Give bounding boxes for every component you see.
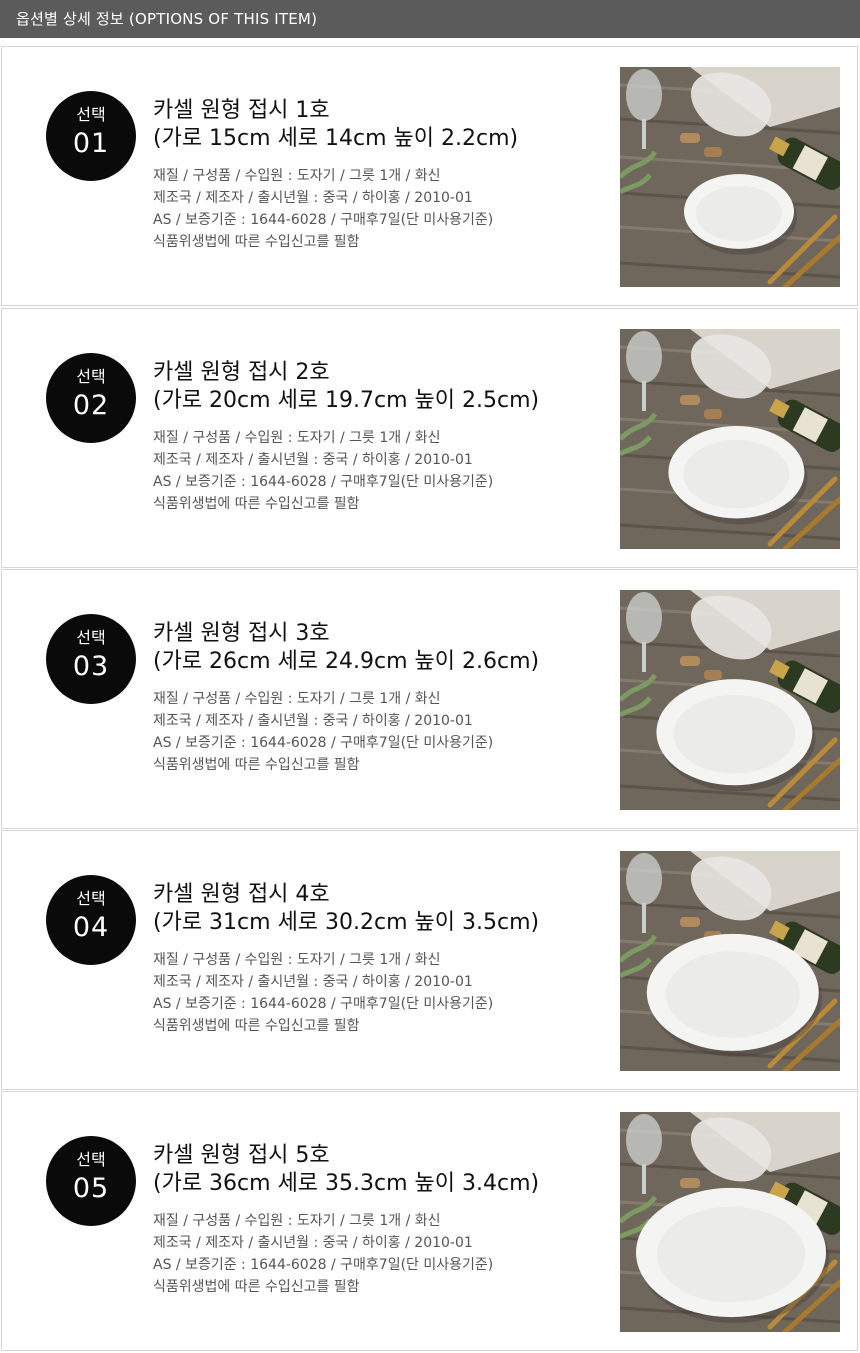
option-title: 카셀 원형 접시 3호 (가로 26cm 세로 24.9cm 높이 2.6cm)	[153, 620, 539, 676]
spec-warranty: AS / 보증기준 : 1644-6028 / 구매후7일(단 미사용기준)	[153, 474, 494, 490]
section-header: 옵션별 상세 정보 (OPTIONS OF THIS ITEM)	[0, 0, 860, 38]
badge-label: 선택	[76, 1150, 106, 1169]
option-specs: 재질 / 구성품 / 수입원 : 도자기 / 그릇 1개 / 화신 제조국 / …	[153, 165, 493, 253]
wine-glass	[626, 1114, 662, 1166]
plate-well	[696, 185, 782, 242]
spec-origin: 제조국 / 제조자 / 출시년월 : 중국 / 하이홍 / 2010-01	[153, 713, 473, 729]
plate-well	[656, 1206, 806, 1303]
photo-illustration	[620, 329, 840, 549]
badge-label: 선택	[76, 105, 106, 124]
option-panel-02: 선택 02 카셀 원형 접시 2호 (가로 20cm 세로 19.7cm 높이 …	[1, 308, 858, 568]
option-panel-03: 선택 03 카셀 원형 접시 3호 (가로 26cm 세로 24.9cm 높이 …	[1, 569, 858, 829]
spec-warranty: AS / 보증기준 : 1644-6028 / 구매후7일(단 미사용기준)	[153, 996, 494, 1012]
option-specs: 재질 / 구성품 / 수입원 : 도자기 / 그릇 1개 / 화신 제조국 / …	[153, 949, 493, 1037]
option-name: 카셀 원형 접시 5호	[153, 1143, 330, 1168]
spec-certification: 식품위생법에 따른 수입신고를 필함	[153, 234, 360, 250]
option-title: 카셀 원형 접시 1호 (가로 15cm 세로 14cm 높이 2.2cm)	[153, 97, 518, 153]
cork	[704, 670, 722, 680]
cork	[680, 395, 700, 405]
option-number-badge: 선택 03	[46, 614, 136, 704]
spec-origin: 제조국 / 제조자 / 출시년월 : 중국 / 하이홍 / 2010-01	[153, 452, 473, 468]
spec-certification: 식품위생법에 따른 수입신고를 필함	[153, 1018, 360, 1034]
product-photo	[620, 67, 840, 287]
wine-glass	[626, 69, 662, 121]
badge-label: 선택	[76, 889, 106, 908]
option-dimensions: (가로 15cm 세로 14cm 높이 2.2cm)	[153, 126, 519, 151]
option-title: 카셀 원형 접시 2호 (가로 20cm 세로 19.7cm 높이 2.5cm)	[153, 359, 539, 415]
badge-label: 선택	[76, 367, 106, 386]
product-photo	[620, 590, 840, 810]
wine-glass	[626, 853, 662, 905]
spec-origin: 제조국 / 제조자 / 출시년월 : 중국 / 하이홍 / 2010-01	[153, 974, 473, 990]
photo-illustration	[620, 67, 840, 287]
product-photo	[620, 329, 840, 549]
spec-material: 재질 / 구성품 / 수입원 : 도자기 / 그릇 1개 / 화신	[153, 1213, 441, 1229]
product-photo	[620, 1112, 840, 1332]
option-specs: 재질 / 구성품 / 수입원 : 도자기 / 그릇 1개 / 화신 제조국 / …	[153, 427, 493, 515]
option-dimensions: (가로 31cm 세로 30.2cm 높이 3.5cm)	[153, 910, 540, 935]
cork	[680, 917, 700, 927]
badge-number: 05	[72, 1173, 110, 1204]
option-panel-05: 선택 05 카셀 원형 접시 5호 (가로 36cm 세로 35.3cm 높이 …	[1, 1091, 858, 1351]
option-number-badge: 선택 05	[46, 1136, 136, 1226]
spec-warranty: AS / 보증기준 : 1644-6028 / 구매후7일(단 미사용기준)	[153, 212, 494, 228]
option-title: 카셀 원형 접시 4호 (가로 31cm 세로 30.2cm 높이 3.5cm)	[153, 881, 539, 937]
option-specs: 재질 / 구성품 / 수입원 : 도자기 / 그릇 1개 / 화신 제조국 / …	[153, 688, 493, 776]
plate-well	[665, 951, 800, 1038]
option-dimensions: (가로 26cm 세로 24.9cm 높이 2.6cm)	[153, 649, 540, 674]
option-title: 카셀 원형 접시 5호 (가로 36cm 세로 35.3cm 높이 3.4cm)	[153, 1142, 539, 1198]
section-title: 옵션별 상세 정보 (OPTIONS OF THIS ITEM)	[16, 10, 318, 28]
cork	[680, 1178, 700, 1188]
cork	[680, 656, 700, 666]
badge-number: 01	[72, 128, 110, 159]
spec-origin: 제조국 / 제조자 / 출시년월 : 중국 / 하이홍 / 2010-01	[153, 1235, 473, 1251]
wine-glass	[626, 331, 662, 383]
spec-certification: 식품위생법에 따른 수입신고를 필함	[153, 757, 360, 773]
spec-warranty: AS / 보증기준 : 1644-6028 / 구매후7일(단 미사용기준)	[153, 735, 494, 751]
spec-material: 재질 / 구성품 / 수입원 : 도자기 / 그릇 1개 / 화신	[153, 430, 441, 446]
plate-well	[673, 694, 796, 774]
option-specs: 재질 / 구성품 / 수입원 : 도자기 / 그릇 1개 / 화신 제조국 / …	[153, 1210, 493, 1298]
wine-glass	[626, 592, 662, 644]
cork	[704, 409, 722, 419]
option-dimensions: (가로 20cm 세로 19.7cm 높이 2.5cm)	[153, 388, 540, 413]
option-panel-01: 선택 01 카셀 원형 접시 1호 (가로 15cm 세로 14cm 높이 2.…	[1, 46, 858, 306]
glass-stem	[642, 1164, 646, 1194]
option-dimensions: (가로 36cm 세로 35.3cm 높이 3.4cm)	[153, 1171, 540, 1196]
option-name: 카셀 원형 접시 1호	[153, 98, 330, 123]
glass-stem	[642, 119, 646, 149]
photo-illustration	[620, 590, 840, 810]
option-number-badge: 선택 02	[46, 353, 136, 443]
badge-number: 03	[72, 651, 110, 682]
badge-label: 선택	[76, 628, 106, 647]
photo-illustration	[620, 851, 840, 1071]
badge-number: 04	[72, 912, 110, 943]
spec-material: 재질 / 구성품 / 수입원 : 도자기 / 그릇 1개 / 화신	[153, 691, 441, 707]
spec-material: 재질 / 구성품 / 수입원 : 도자기 / 그릇 1개 / 화신	[153, 952, 441, 968]
option-name: 카셀 원형 접시 2호	[153, 360, 330, 385]
spec-certification: 식품위생법에 따른 수입신고를 필함	[153, 1279, 360, 1295]
badge-number: 02	[72, 390, 110, 421]
option-panel-04: 선택 04 카셀 원형 접시 4호 (가로 31cm 세로 30.2cm 높이 …	[1, 830, 858, 1090]
option-number-badge: 선택 04	[46, 875, 136, 965]
option-number-badge: 선택 01	[46, 91, 136, 181]
glass-stem	[642, 381, 646, 411]
spec-certification: 식품위생법에 따른 수입신고를 필함	[153, 496, 360, 512]
spec-origin: 제조국 / 제조자 / 출시년월 : 중국 / 하이홍 / 2010-01	[153, 190, 473, 206]
option-name: 카셀 원형 접시 3호	[153, 621, 330, 646]
product-photo	[620, 851, 840, 1071]
option-name: 카셀 원형 접시 4호	[153, 882, 330, 907]
cork	[680, 133, 700, 143]
plate-well	[683, 439, 790, 509]
glass-stem	[642, 903, 646, 933]
cork	[704, 147, 722, 157]
spec-warranty: AS / 보증기준 : 1644-6028 / 구매후7일(단 미사용기준)	[153, 1257, 494, 1273]
photo-illustration	[620, 1112, 840, 1332]
glass-stem	[642, 642, 646, 672]
spec-material: 재질 / 구성품 / 수입원 : 도자기 / 그릇 1개 / 화신	[153, 168, 441, 184]
